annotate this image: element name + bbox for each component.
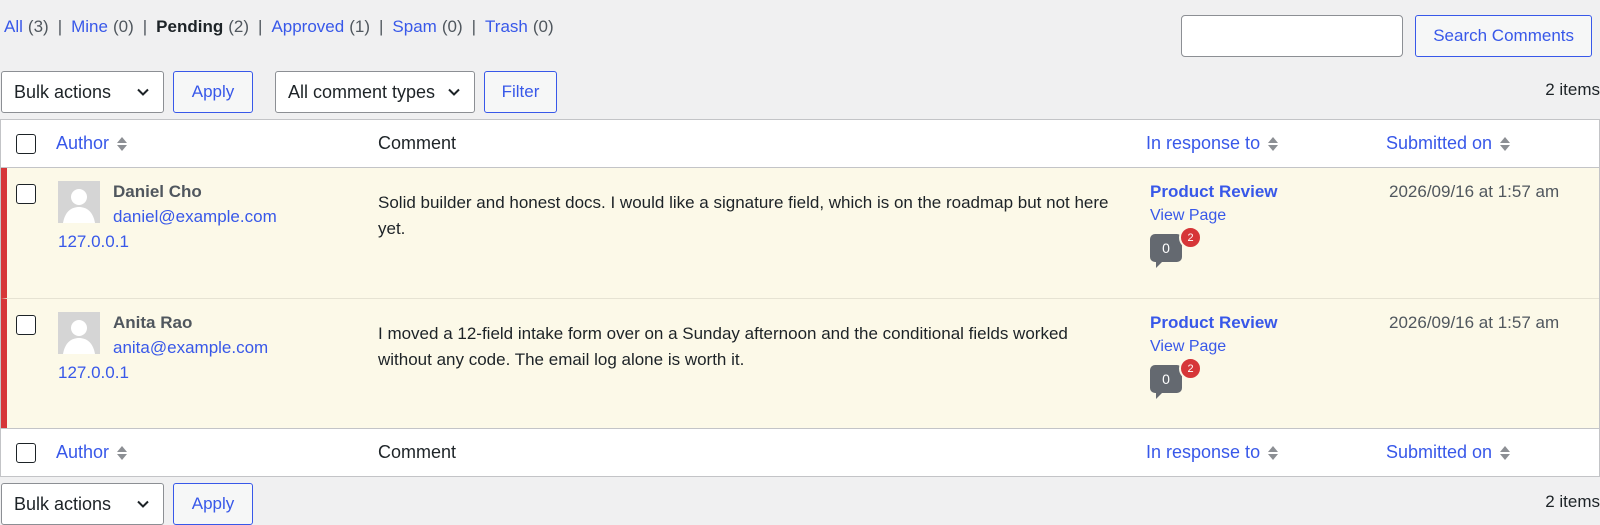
chevron-down-icon [448,88,460,96]
filter-approved-count: (1) [349,17,370,36]
row-checkbox[interactable] [16,184,36,204]
sort-icon [1268,136,1279,151]
select-all-checkbox-footer[interactable] [16,442,36,463]
comment-column-header: Comment [378,133,457,153]
bulk-actions-label: Bulk actions [14,81,112,102]
apply-button-bottom[interactable]: Apply [173,483,253,525]
filter-approved-link[interactable]: Approved [271,17,344,36]
bulk-actions-select-bottom[interactable]: Bulk actions [1,483,164,525]
author-column-header[interactable]: Author [56,133,128,154]
response-header-label: In response to [1146,133,1261,153]
row-checkbox[interactable] [16,315,36,335]
filter-pending-current[interactable]: Mine [71,17,108,36]
comments-table: Author Comment In response to Submitted … [0,119,1600,477]
approved-comments-count-bubble[interactable]: 0 [1150,365,1182,399]
submitted-header-label: Submitted on [1386,133,1493,153]
tablenav-bottom: Bulk actions Apply [1,483,253,525]
filter-pending-link[interactable]: Pending [156,17,223,36]
sort-icon [117,445,128,460]
filter-spam-link[interactable]: Spam [392,17,436,36]
filter-all-count: (3) [27,17,49,36]
sort-icon [1500,136,1511,151]
table-header: Author Comment In response to Submitted … [1,120,1599,168]
comment-column-footer: Comment [378,442,457,462]
author-email-link[interactable]: daniel@example.com [113,207,277,227]
items-count-bottom: 2 items [1545,492,1600,511]
avatar-placeholder-icon [58,181,100,223]
status-filter-links: All (3) | Mine (0) | Pending (2) | Approved (1) | Sp… [4,17,554,37]
filter-pending-count: (2) [228,17,250,36]
submitted-date: 2026/09/16 at 1:57 am [1389,182,1560,201]
response-column-header[interactable]: In response to [1146,133,1279,154]
filter-all-link[interactable]: All [4,17,23,36]
sort-icon [1268,445,1279,460]
search-input[interactable] [1181,15,1404,57]
tablenav-top: Bulk actions Apply All comment types Fil… [1,71,557,113]
author-name: Anita Rao [113,313,193,332]
pending-count-badge[interactable]: 2 [1179,226,1202,249]
comment-types-label: All comment types [288,81,436,102]
chevron-down-icon [137,88,149,96]
bulk-actions-select[interactable]: Bulk actions [1,71,164,113]
author-footer-label: Author [56,442,110,462]
table-row: Anita Rao anita@example.com 127.0.0.1 I … [1,298,1599,428]
submitted-column-header[interactable]: Submitted on [1386,133,1511,154]
filter-spam-count: (0) [441,17,463,36]
response-post-link[interactable]: Product Review [1150,313,1278,333]
submitted-date: 2026/09/16 at 1:57 am [1389,313,1560,332]
filter-trash-link[interactable]: Trash [485,17,528,36]
response-footer-label: In response to [1146,442,1261,462]
filter-trash-count: (0) [532,17,554,36]
search-comments-button[interactable]: Search Comments [1415,15,1592,57]
avatar-placeholder-icon [58,312,100,354]
chevron-down-icon [137,500,149,508]
search-box: Search Comments [1181,15,1592,57]
view-page-link[interactable]: View Page [1150,207,1226,225]
table-footer: Author Comment In response to Submitted … [1,428,1599,476]
separator: | [379,17,384,36]
author-name: Daniel Cho [113,182,202,201]
sort-icon [117,136,128,151]
separator: | [142,17,148,36]
comment-text: Solid builder and honest docs. I would l… [378,193,1109,238]
pending-count-badge[interactable]: 2 [1179,357,1202,380]
sort-icon [1500,445,1511,460]
view-page-link[interactable]: View Page [1150,338,1226,356]
select-all-checkbox[interactable] [16,133,36,154]
avatar [58,312,100,354]
submitted-footer-label: Submitted on [1386,442,1493,462]
filter-mine-count: (0) [112,17,134,36]
author-column-footer[interactable]: Author [56,442,128,463]
author-ip-link[interactable]: 127.0.0.1 [58,232,129,252]
bulk-actions-label: Bulk actions [14,493,112,514]
author-email-link[interactable]: anita@example.com [113,338,268,358]
approved-comments-count-bubble[interactable]: 0 [1150,234,1182,268]
separator: | [471,17,477,36]
filter-button[interactable]: Filter [484,71,557,113]
table-row: Daniel Cho daniel@example.com 127.0.0.1 … [1,168,1599,298]
author-header-label: Author [56,133,110,153]
separator: | [258,17,263,36]
avatar [58,181,100,223]
apply-button[interactable]: Apply [173,71,253,113]
submitted-column-footer[interactable]: Submitted on [1386,442,1511,463]
response-column-footer[interactable]: In response to [1146,442,1279,463]
response-post-link[interactable]: Product Review [1150,182,1278,202]
comment-text: I moved a 12-field intake form over on a… [378,324,1068,369]
author-ip-link[interactable]: 127.0.0.1 [58,363,129,383]
items-count: 2 items [1545,80,1600,99]
separator: | [57,17,63,36]
comment-types-select[interactable]: All comment types [275,71,475,113]
